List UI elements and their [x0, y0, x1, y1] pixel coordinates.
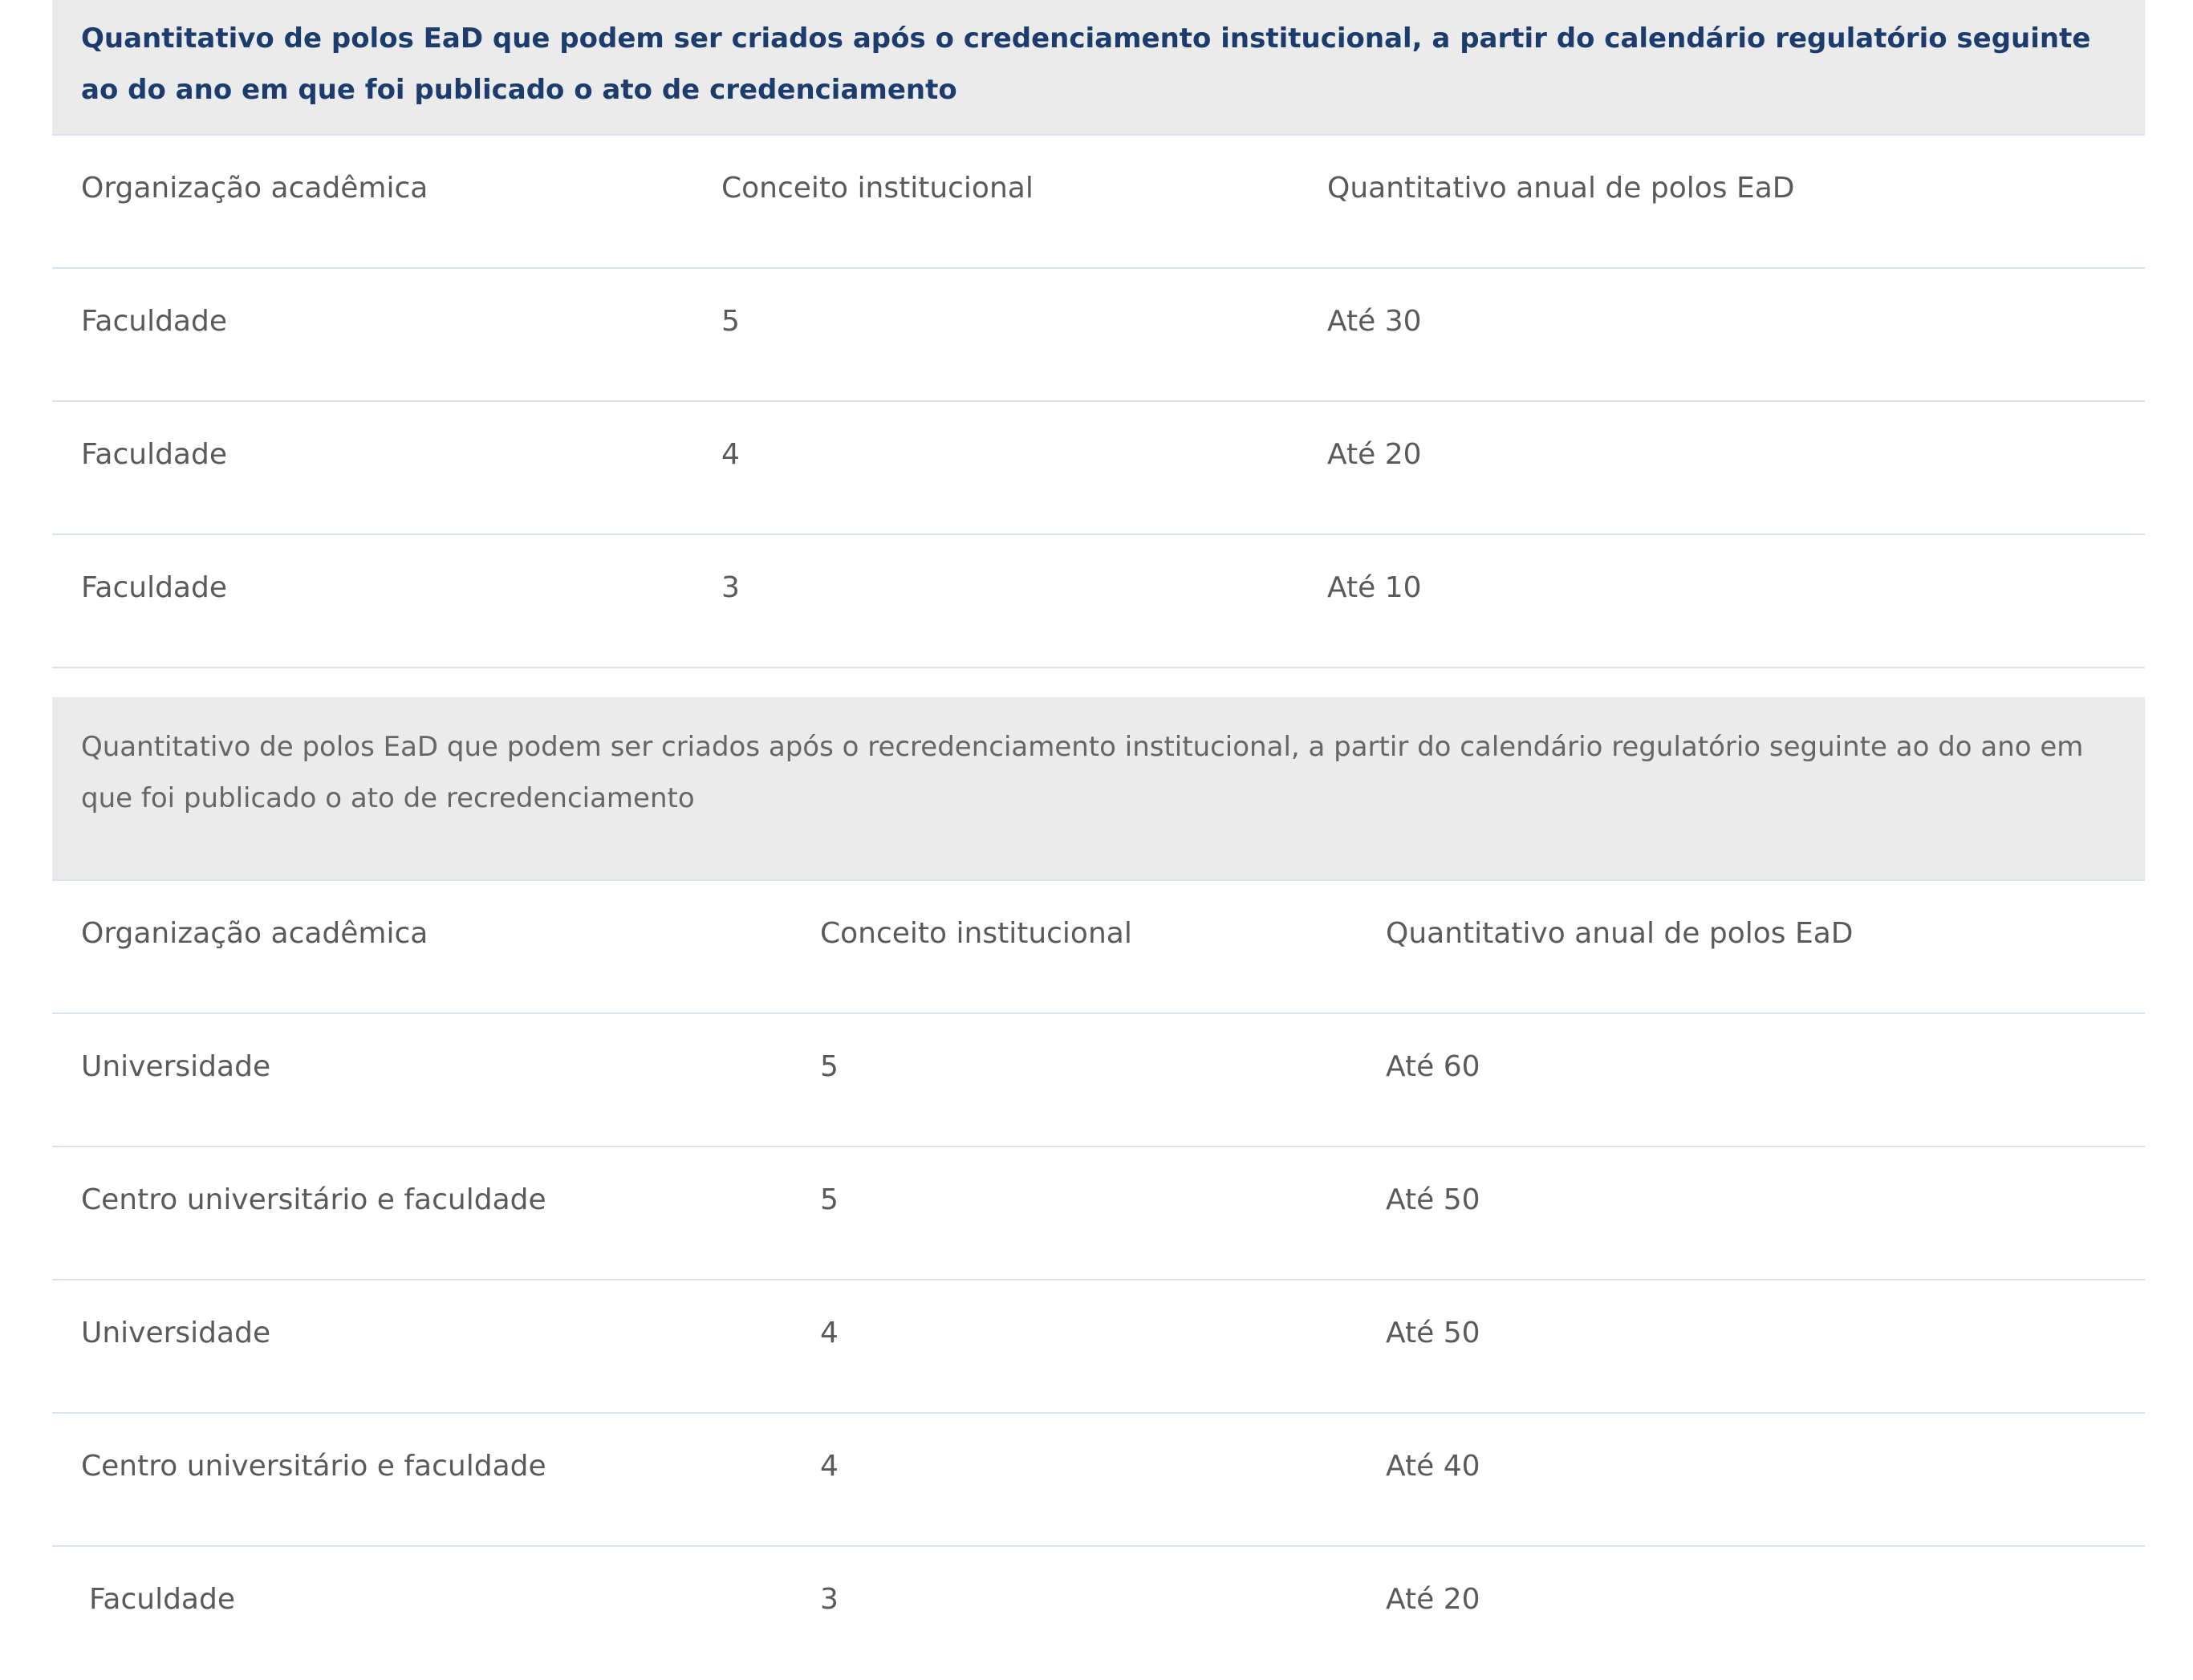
table-row: Faculdade 5 Até 30: [52, 269, 2145, 402]
table-cell: Universidade: [81, 1317, 271, 1349]
table-cell: Faculdade: [81, 305, 227, 338]
table-cell: Até 40: [1386, 1450, 1480, 1483]
table-row: Universidade 5 Até 60: [52, 1014, 2145, 1147]
table-cell: 5: [820, 1050, 839, 1083]
table-cell: Até 30: [1327, 305, 1422, 338]
table-cell: Centro universitário e faculdade: [81, 1183, 546, 1216]
column-header-conceito: Conceito institucional: [721, 172, 1034, 205]
table-row: Faculdade 4 Até 20: [52, 402, 2145, 535]
table-row: Centro universitário e faculdade 5 Até 5…: [52, 1147, 2145, 1280]
table-cell: Até 10: [1327, 571, 1422, 604]
table-cell: Centro universitário e faculdade: [81, 1450, 546, 1483]
table-row: Faculdade 3 Até 10: [52, 535, 2145, 668]
table-cell: 3: [820, 1583, 839, 1616]
table-cell: 3: [721, 571, 740, 604]
table-row: Faculdade 3 Até 20: [52, 1547, 2145, 1680]
table-row: Universidade 4 Até 50: [52, 1280, 2145, 1414]
table-cell: Até 20: [1327, 438, 1422, 471]
column-header-conceito: Conceito institucional: [820, 917, 1132, 950]
table-cell: 4: [820, 1317, 839, 1349]
table-cell: Universidade: [81, 1050, 271, 1083]
table-cell: Faculdade: [81, 438, 227, 471]
table-cell: 4: [820, 1450, 839, 1483]
table-caption: Quantitativo de polos EaD que podem ser …: [52, 0, 2145, 136]
credenciamento-table: Quantitativo de polos EaD que podem ser …: [52, 0, 2145, 668]
table-row: Centro universitário e faculdade 4 Até 4…: [52, 1414, 2145, 1547]
table-cell: Até 20: [1386, 1583, 1480, 1616]
column-header-organizacao: Organização acadêmica: [81, 917, 428, 950]
table-cell: 4: [721, 438, 740, 471]
table-caption: Quantitativo de polos EaD que podem ser …: [52, 697, 2145, 881]
table-cell: Até 50: [1386, 1183, 1480, 1216]
recredenciamento-table: Quantitativo de polos EaD que podem ser …: [52, 697, 2145, 1680]
table-header-row: Organização acadêmica Conceito instituci…: [52, 881, 2145, 1014]
table-cell: Faculdade: [81, 571, 227, 604]
table-cell: 5: [820, 1183, 839, 1216]
table-cell: 5: [721, 305, 740, 338]
table-cell: Até 60: [1386, 1050, 1480, 1083]
table-header-row: Organização acadêmica Conceito instituci…: [52, 136, 2145, 269]
column-header-quantitativo: Quantitativo anual de polos EaD: [1327, 172, 1795, 205]
column-header-organizacao: Organização acadêmica: [81, 172, 428, 205]
table-cell: Até 50: [1386, 1317, 1480, 1349]
column-header-quantitativo: Quantitativo anual de polos EaD: [1386, 917, 1854, 950]
table-cell: Faculdade: [89, 1583, 235, 1616]
